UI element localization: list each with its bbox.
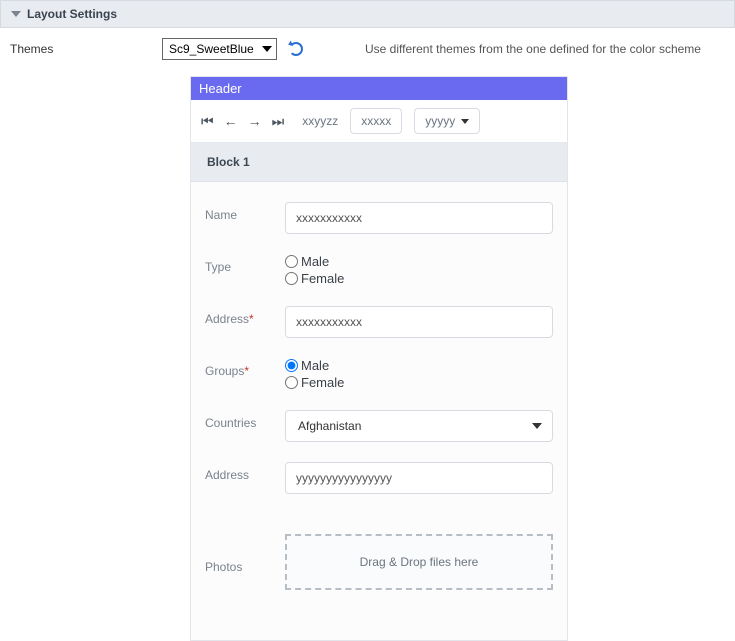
label-groups: Groups* [205,358,285,378]
input-address2[interactable] [285,462,553,494]
radio-groups-female[interactable]: Female [285,375,344,390]
preview-container: Header ⏮ ← → ⏭ xxyyzz xxxxx yyyyy Block … [0,66,735,641]
label-address2: Address [205,462,285,482]
themes-select[interactable]: Sc9_SweetBlue [162,38,277,60]
themes-label: Themes [10,42,150,56]
themes-row: Themes Sc9_SweetBlue Use different theme… [0,28,735,66]
photos-dropzone[interactable]: Drag & Drop files here [285,534,553,590]
preview-toolbar: ⏮ ← → ⏭ xxyyzz xxxxx yyyyy [191,100,567,143]
row-type: Type Male Female [205,244,553,296]
preview-header: Header [191,77,567,100]
input-name[interactable] [285,202,553,234]
form-block: Name Type Male Female Address* Groups* M… [191,182,567,640]
row-photos: Photos Drag & Drop files here [205,504,553,600]
nav-last-icon[interactable]: ⏭ [272,114,285,128]
block-title: Block 1 [191,143,567,182]
row-address2: Address [205,452,553,504]
radios-groups: Male Female [285,358,344,390]
pill-yyyyy[interactable]: yyyyy [414,108,480,134]
row-name: Name [205,192,553,244]
input-address-req[interactable] [285,306,553,338]
chevron-down-icon [461,119,469,124]
pill-yyyyy-label: yyyyy [425,114,455,128]
dropzone-text: Drag & Drop files here [360,555,479,569]
themes-hint: Use different themes from the one define… [365,42,725,56]
label-photos: Photos [205,534,285,574]
breadcrumb-text: xxyyzz [302,114,338,128]
nav-first-icon[interactable]: ⏮ [201,114,214,128]
radio-groups-male[interactable]: Male [285,358,344,373]
select-countries[interactable]: Afghanistan [285,410,553,442]
nav-icons: ⏮ ← → ⏭ [201,114,284,128]
label-address-req: Address* [205,306,285,326]
section-title: Layout Settings [27,7,117,21]
nav-prev-icon[interactable]: ← [224,114,238,128]
radios-type: Male Female [285,254,344,286]
radio-type-female[interactable]: Female [285,271,344,286]
row-countries: Countries Afghanistan [205,400,553,452]
preview-panel: Header ⏮ ← → ⏭ xxyyzz xxxxx yyyyy Block … [190,76,568,641]
label-type: Type [205,254,285,274]
label-name: Name [205,202,285,222]
nav-next-icon[interactable]: → [248,114,262,128]
radio-type-male[interactable]: Male [285,254,344,269]
pill-xxxxx-label: xxxxx [361,114,391,128]
label-countries: Countries [205,410,285,430]
row-groups: Groups* Male Female [205,348,553,400]
chevron-down-icon[interactable] [11,11,21,17]
refresh-icon[interactable] [289,42,303,56]
layout-settings-header: Layout Settings [0,0,735,28]
pill-xxxxx[interactable]: xxxxx [350,108,402,134]
row-address-req: Address* [205,296,553,348]
